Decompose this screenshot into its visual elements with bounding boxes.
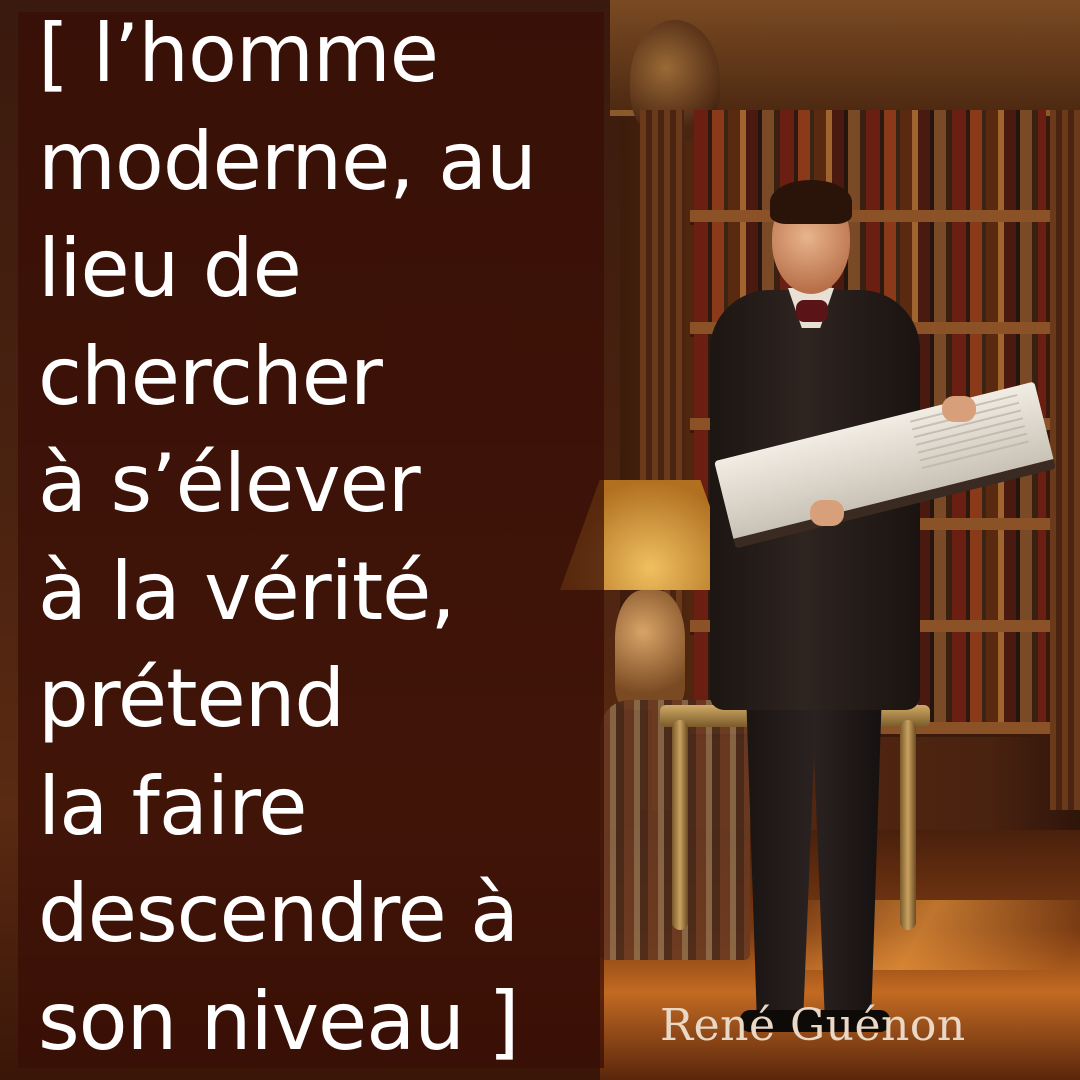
quote-line: prétend bbox=[38, 652, 345, 745]
trousers bbox=[746, 690, 882, 1020]
quote-line: descendre à bbox=[38, 867, 519, 960]
quote-line: moderne, au bbox=[38, 114, 537, 208]
quote-line: à la vérité, bbox=[38, 544, 456, 638]
man-holding-book bbox=[660, 170, 1056, 1050]
quote-image: [ l’homme moderne, au lieu de chercher à… bbox=[0, 0, 1080, 1080]
bow-tie bbox=[796, 300, 828, 322]
quote-line: la faire bbox=[38, 759, 307, 853]
hair bbox=[770, 180, 852, 224]
quote-line: [ l’homme bbox=[38, 7, 439, 100]
author-name: René Guénon bbox=[660, 1000, 966, 1051]
carved-pillar bbox=[1050, 110, 1080, 810]
quote-line: chercher bbox=[38, 329, 383, 423]
quote-line: à s’élever bbox=[38, 437, 421, 530]
quote-line: son niveau ] bbox=[38, 974, 520, 1068]
hand bbox=[942, 396, 976, 422]
quote-line: lieu de bbox=[38, 222, 302, 315]
quote-text: [ l’homme moderne, au lieu de chercher à… bbox=[38, 0, 598, 1075]
hand bbox=[810, 500, 844, 526]
